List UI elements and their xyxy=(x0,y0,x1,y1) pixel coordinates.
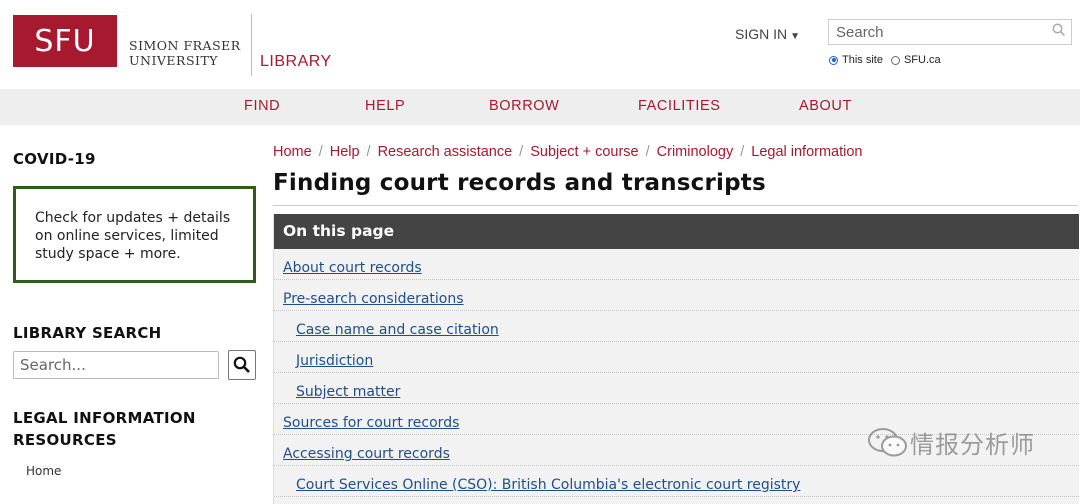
title-divider xyxy=(273,205,1078,206)
radio-sfu-ca-label: SFU.ca xyxy=(903,54,941,66)
toc-item: Subject matter xyxy=(274,373,1079,404)
logo-divider xyxy=(251,14,252,76)
breadcrumb-criminology[interactable]: Criminology xyxy=(657,144,734,160)
toc-link-jurisdiction[interactable]: Jurisdiction xyxy=(296,353,373,369)
breadcrumb-separator: / xyxy=(645,144,650,160)
search-icon[interactable] xyxy=(1052,23,1066,41)
breadcrumb-home[interactable]: Home xyxy=(273,144,312,160)
breadcrumb-separator: / xyxy=(519,144,524,160)
library-search-button[interactable] xyxy=(228,350,256,380)
covid-heading: COVID-19 xyxy=(13,150,96,168)
toc-link-sources[interactable]: Sources for court records xyxy=(283,415,459,431)
breadcrumb-research-assistance[interactable]: Research assistance xyxy=(378,144,513,160)
logo-mark-text: SFU xyxy=(34,23,96,59)
signin-label: SIGN IN xyxy=(735,26,788,42)
breadcrumb-separator: / xyxy=(740,144,745,160)
nav-facilities[interactable]: FACILITIES xyxy=(638,98,721,114)
toc-item: Court Services Online (CSO): British Col… xyxy=(274,466,1079,497)
nav-find[interactable]: FIND xyxy=(244,98,280,114)
legal-heading-line-1: LEGAL INFORMATION xyxy=(13,409,196,427)
sidebar-link-home[interactable]: Home xyxy=(26,464,61,478)
search-scope-radios: This site SFU.ca xyxy=(829,54,949,66)
radio-this-site[interactable] xyxy=(829,55,838,65)
caret-down-icon: ▼ xyxy=(790,31,801,42)
toc-heading: On this page xyxy=(274,214,1079,249)
toc-item: Pre-search considerations xyxy=(274,280,1079,311)
site-search-box xyxy=(828,19,1072,45)
breadcrumb-subject-course[interactable]: Subject + course xyxy=(530,144,638,160)
library-label[interactable]: LIBRARY xyxy=(260,53,332,71)
toc-link-accessing[interactable]: Accessing court records xyxy=(283,446,450,462)
toc-link-pre-search[interactable]: Pre-search considerations xyxy=(283,291,464,307)
signin-button[interactable]: SIGN IN ▼ xyxy=(735,26,800,42)
covid-notice-box[interactable]: Check for updates + details on online se… xyxy=(13,186,256,283)
watermark: 情报分析师 xyxy=(866,425,1035,460)
watermark-text: 情报分析师 xyxy=(910,431,1035,459)
page-title: Finding court records and transcripts xyxy=(273,170,766,196)
on-this-page-toc: On this page About court records Pre-sea… xyxy=(273,214,1079,504)
toc-item: Case name and case citation xyxy=(274,311,1079,342)
logo-university-name[interactable]: SIMON FRASER UNIVERSITY xyxy=(129,38,241,68)
library-search-box xyxy=(13,351,219,379)
nav-about[interactable]: ABOUT xyxy=(799,98,852,114)
breadcrumb-legal-information[interactable]: Legal information xyxy=(751,144,862,160)
toc-item: Jurisdiction xyxy=(274,342,1079,373)
library-search-input[interactable] xyxy=(14,352,216,378)
site-search-input[interactable] xyxy=(829,20,1046,44)
sfu-logo-mark[interactable]: SFU xyxy=(13,15,117,67)
toc-link-about-court-records[interactable]: About court records xyxy=(283,260,422,276)
legal-resources-heading: LEGAL INFORMATION RESOURCES xyxy=(13,407,196,451)
logo-line-1: SIMON FRASER xyxy=(129,38,241,53)
toc-link-subject-matter[interactable]: Subject matter xyxy=(296,384,400,400)
breadcrumb-separator: / xyxy=(318,144,323,160)
nav-borrow[interactable]: BORROW xyxy=(489,98,559,114)
search-icon xyxy=(233,356,250,373)
breadcrumb: Home / Help / Research assistance / Subject + … xyxy=(273,144,863,160)
legal-heading-line-2: RESOURCES xyxy=(13,431,117,449)
nav-help[interactable]: HELP xyxy=(365,98,405,114)
logo-line-2: UNIVERSITY xyxy=(129,53,219,68)
breadcrumb-separator: / xyxy=(366,144,371,160)
radio-this-site-label: This site xyxy=(842,54,883,66)
breadcrumb-help[interactable]: Help xyxy=(330,144,360,160)
toc-link-case-name[interactable]: Case name and case citation xyxy=(296,322,499,338)
library-search-heading: LIBRARY SEARCH xyxy=(13,324,162,342)
radio-sfu-ca[interactable] xyxy=(890,55,900,65)
covid-notice-text: Check for updates + details on online se… xyxy=(35,210,231,262)
main-nav: FIND HELP BORROW FACILITIES ABOUT xyxy=(0,89,1080,125)
toc-item: About court records xyxy=(274,249,1079,280)
wechat-icon xyxy=(868,427,907,456)
